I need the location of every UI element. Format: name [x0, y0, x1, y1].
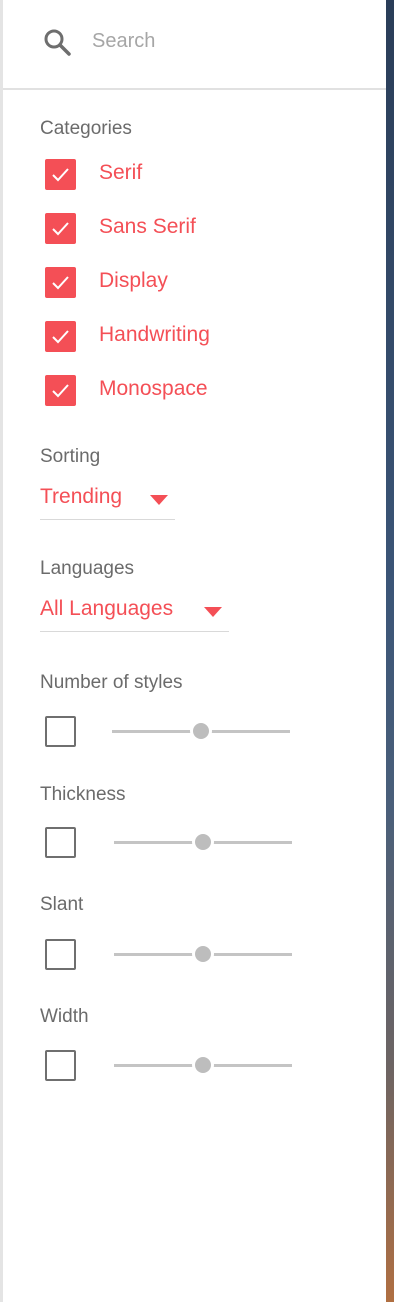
- width-checkbox[interactable]: [45, 1050, 76, 1081]
- check-icon: [52, 384, 69, 398]
- categories-title: Categories: [40, 118, 132, 139]
- filter-panel: Categories Serif Sans Serif Display: [3, 0, 386, 1302]
- thickness-checkbox[interactable]: [45, 827, 76, 858]
- languages-value: All Languages: [40, 597, 174, 620]
- slant-title: Slant: [40, 894, 84, 915]
- languages-title: Languages: [40, 558, 135, 579]
- category-label: Serif: [99, 161, 143, 184]
- thickness-row: [45, 827, 305, 859]
- slant-checkbox[interactable]: [45, 939, 76, 970]
- sorting-dropdown[interactable]: Trending: [40, 479, 175, 520]
- width-title: Width: [40, 1006, 89, 1027]
- thickness-title: Thickness: [40, 784, 126, 805]
- check-icon: [52, 168, 69, 182]
- search-input[interactable]: [92, 24, 352, 58]
- caret-down-icon: [204, 607, 222, 617]
- slant-slider-thumb[interactable]: [195, 946, 211, 962]
- category-label: Monospace: [99, 377, 208, 400]
- category-label: Handwriting: [99, 323, 210, 346]
- number-of-styles-row: [45, 716, 305, 748]
- width-row: [45, 1050, 305, 1082]
- category-handwriting[interactable]: Handwriting: [45, 321, 345, 353]
- slant-row: [45, 939, 305, 971]
- thickness-slider-thumb[interactable]: [195, 834, 211, 850]
- width-slider-thumb[interactable]: [195, 1057, 211, 1073]
- checkbox-checked[interactable]: [45, 321, 76, 352]
- checkbox-checked[interactable]: [45, 213, 76, 244]
- search-icon[interactable]: [42, 27, 72, 57]
- check-icon: [52, 330, 69, 344]
- category-monospace[interactable]: Monospace: [45, 375, 345, 407]
- checkbox-checked[interactable]: [45, 159, 76, 190]
- check-icon: [52, 222, 69, 236]
- category-serif[interactable]: Serif: [45, 159, 345, 191]
- caret-down-icon: [150, 495, 168, 505]
- checkbox-checked[interactable]: [45, 267, 76, 298]
- checkbox-checked[interactable]: [45, 375, 76, 406]
- background-image-edge: [386, 0, 394, 1302]
- languages-dropdown[interactable]: All Languages: [40, 591, 229, 632]
- search-bar: [3, 0, 386, 88]
- sorting-value: Trending: [40, 485, 123, 508]
- number-of-styles-slider-thumb[interactable]: [193, 723, 209, 739]
- category-label: Display: [99, 269, 168, 292]
- search-divider: [3, 88, 386, 90]
- check-icon: [52, 276, 69, 290]
- category-label: Sans Serif: [99, 215, 196, 238]
- sorting-title: Sorting: [40, 446, 101, 467]
- category-sans-serif[interactable]: Sans Serif: [45, 213, 345, 245]
- number-of-styles-title: Number of styles: [40, 672, 183, 693]
- number-of-styles-checkbox[interactable]: [45, 716, 76, 747]
- category-display[interactable]: Display: [45, 267, 345, 299]
